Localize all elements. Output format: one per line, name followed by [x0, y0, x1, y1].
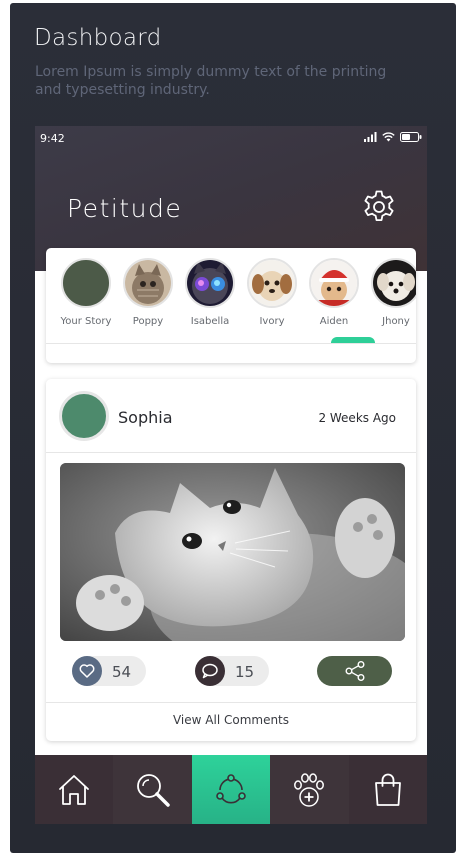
nav-pet-add[interactable]: [270, 755, 349, 824]
nav-home[interactable]: [35, 755, 114, 824]
avatar: [371, 258, 416, 308]
search-icon: [136, 773, 170, 807]
like-button[interactable]: 54: [72, 656, 146, 686]
avatar: [123, 258, 173, 308]
post-author[interactable]: Sophia: [118, 408, 173, 427]
stories-list: Your Story Poppy Isabella Ivory Aiden Jh…: [46, 258, 416, 338]
view-all-comments-link[interactable]: View All Comments: [46, 713, 416, 727]
post-image[interactable]: [60, 463, 405, 641]
story-name: Aiden: [319, 316, 349, 327]
app-title: Petitude: [67, 194, 183, 223]
share-button[interactable]: [317, 656, 392, 686]
shopping-bag-icon: [374, 773, 401, 806]
nav-shop[interactable]: [348, 755, 427, 824]
story-name: Ivory: [259, 316, 285, 327]
story-name: Poppy: [132, 316, 164, 327]
phone-screen: 9:42 Petitude Your Story Poppy Isabella …: [35, 126, 427, 824]
stories-card: Your Story Poppy Isabella Ivory Aiden Jh…: [46, 248, 416, 363]
tabby-kitten-photo: [125, 260, 171, 306]
post-card: Sophia 2 Weeks Ago 54 15 View All Commen…: [46, 379, 416, 741]
like-icon-circle: [72, 656, 102, 686]
paw-add-icon: [294, 772, 325, 807]
puppy-photo: [249, 260, 295, 306]
kitten-santa-hat-photo: [311, 260, 357, 306]
post-time: 2 Weeks Ago: [318, 411, 396, 425]
white-puppy-photo: [373, 260, 416, 306]
story-isabella[interactable]: Isabella: [179, 258, 241, 327]
divider: [46, 702, 416, 703]
story-aiden[interactable]: Aiden: [303, 258, 365, 327]
story-jhony[interactable]: Jhony: [365, 258, 416, 327]
dashboard-panel: Dashboard Lorem Ipsum is simply dummy te…: [10, 3, 456, 853]
comment-button[interactable]: 15: [195, 656, 269, 686]
avatar: [185, 258, 235, 308]
dashboard-subtitle: Lorem Ipsum is simply dummy text of the …: [35, 64, 387, 98]
share-icon: [345, 660, 365, 682]
bottom-nav: [35, 755, 427, 824]
comment-icon-circle: [195, 656, 225, 686]
nav-share-network[interactable]: [191, 755, 271, 824]
status-time: 9:42: [40, 132, 65, 145]
space-cat-photo: [187, 260, 233, 306]
avatar: [309, 258, 359, 308]
battery-icon: [400, 132, 422, 142]
dashboard-title: Dashboard: [34, 25, 162, 51]
story-poppy[interactable]: Poppy: [117, 258, 179, 327]
avatar[interactable]: [59, 391, 109, 441]
divider: [46, 343, 416, 344]
comment-count: 15: [235, 663, 255, 681]
divider: [46, 452, 416, 453]
status-icons: [364, 131, 422, 143]
grayscale-kitten-photo: [60, 463, 405, 641]
wifi-icon: [382, 132, 395, 142]
comment-icon: [202, 663, 218, 679]
story-name: Jhony: [382, 316, 410, 327]
story-name: Isabella: [190, 316, 230, 327]
gear-icon: [364, 190, 394, 221]
settings-button[interactable]: [361, 189, 397, 225]
heart-icon: [79, 664, 95, 678]
home-icon: [59, 774, 90, 805]
story-your-story[interactable]: Your Story: [55, 258, 117, 327]
share-network-icon: [216, 773, 246, 803]
signal-icon: [364, 132, 377, 142]
avatar: [61, 258, 111, 308]
nav-search[interactable]: [113, 755, 192, 824]
like-count: 54: [112, 663, 132, 681]
avatar: [247, 258, 297, 308]
story-name: Your Story: [60, 316, 112, 327]
story-ivory[interactable]: Ivory: [241, 258, 303, 327]
